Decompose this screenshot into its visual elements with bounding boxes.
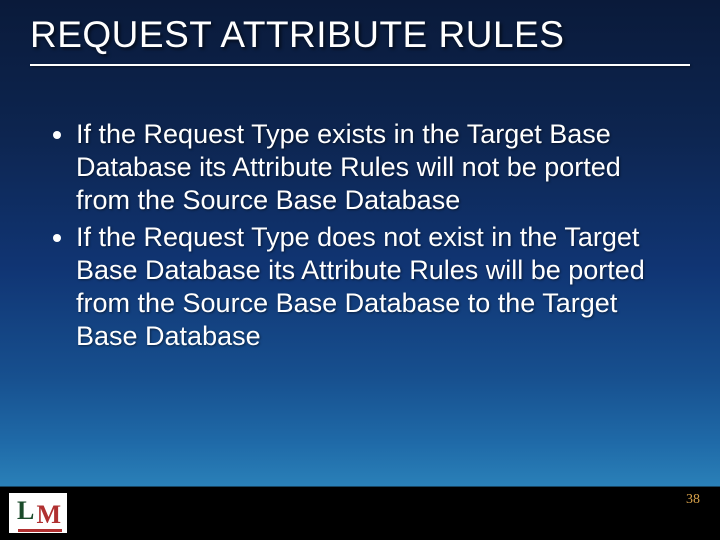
- logo-letter-m: M: [36, 502, 61, 528]
- slide: REQUEST ATTRIBUTE RULES If the Request T…: [0, 0, 720, 540]
- logo-letter-l: L: [17, 498, 34, 524]
- bullet-item: If the Request Type does not exist in th…: [76, 221, 680, 353]
- logo: L M: [8, 492, 68, 534]
- slide-title: REQUEST ATTRIBUTE RULES: [30, 14, 690, 56]
- slide-body: If the Request Type exists in the Target…: [48, 118, 680, 357]
- page-number: 38: [686, 492, 700, 508]
- title-underline: [30, 64, 690, 66]
- logo-bar: [18, 529, 62, 532]
- bullet-item: If the Request Type exists in the Target…: [76, 118, 680, 217]
- bullet-list: If the Request Type exists in the Target…: [48, 118, 680, 353]
- logo-inner: L M: [15, 498, 61, 528]
